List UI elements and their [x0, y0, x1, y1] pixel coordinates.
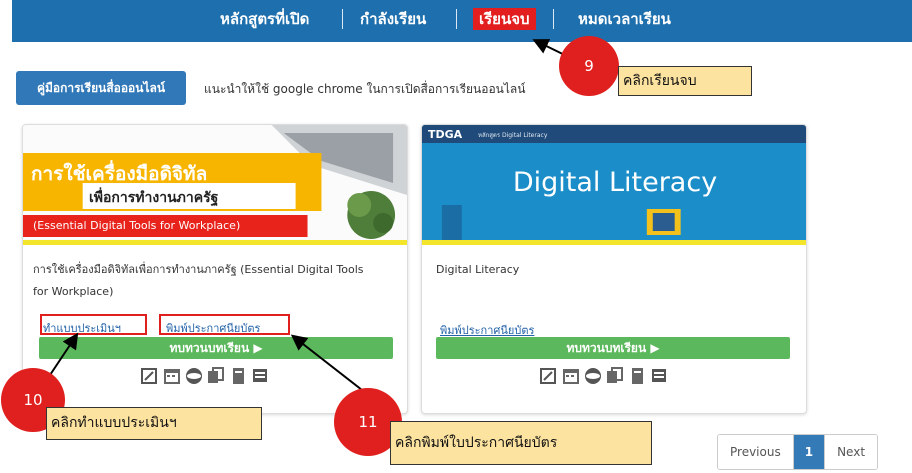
tab-completed[interactable]: เรียนจบ	[473, 8, 536, 30]
tab-expired[interactable]: หมดเวลาเรียน	[578, 8, 671, 30]
course-icons	[141, 367, 269, 385]
banner-english-title: (Essential Digital Tools for Workplace)	[33, 219, 241, 232]
copy-icon[interactable]	[207, 367, 225, 385]
nav-divider	[456, 9, 457, 29]
next-page-button[interactable]: Next	[825, 435, 878, 469]
step-number-badge: 9	[559, 36, 619, 96]
step-instruction: คลิกทำแบบประเมินฯ	[46, 407, 262, 440]
comment-icon[interactable]	[650, 367, 668, 385]
browser-hint: แนะนำให้ใช้ google chrome ในการเปิดสื่อก…	[204, 82, 526, 96]
document-icon[interactable]	[229, 367, 247, 385]
banner-subtitle: เพื่อการทำงานภาครัฐ	[89, 190, 219, 206]
edit-icon[interactable]	[141, 367, 159, 385]
calendar-icon[interactable]	[562, 367, 580, 385]
banner-title: การใช้เครื่องมือดิจิทัล	[31, 163, 208, 185]
edit-icon[interactable]	[540, 367, 558, 385]
document-icon[interactable]	[628, 367, 646, 385]
nav-divider	[553, 9, 554, 29]
course-card: การใช้เครื่องมือดิจิทัล เพื่อการทำงานภาค…	[22, 124, 408, 414]
top-nav: หลักสูตรที่เปิด กำลังเรียน เรียนจบ หมดเว…	[12, 0, 912, 42]
nav-divider	[342, 9, 343, 29]
course-title: Digital Literacy	[436, 263, 520, 276]
comment-icon[interactable]	[251, 367, 269, 385]
online-guide-button[interactable]: คู่มือการเรียนสื่อออนไลน์	[16, 71, 186, 105]
previous-page-button[interactable]: Previous	[718, 435, 794, 469]
tab-open-courses[interactable]: หลักสูตรที่เปิด	[220, 8, 309, 30]
copy-icon[interactable]	[606, 367, 624, 385]
highlight-assessment-link	[40, 314, 147, 335]
step-instruction: คลิกพิมพ์ใบประกาศนียบัตร	[390, 421, 652, 465]
review-lesson-button[interactable]: ทบทวนบทเรียน ▶	[436, 337, 790, 359]
course-title: การใช้เครื่องมือดิจิทัลเพื่อการทำงานภาคร…	[33, 263, 364, 298]
globe-icon[interactable]	[185, 367, 203, 385]
banner-title: Digital Literacy	[512, 167, 718, 198]
calendar-icon[interactable]	[163, 367, 181, 385]
course-icons	[540, 367, 668, 385]
page-1-button[interactable]: 1	[793, 435, 826, 469]
course-card: TDGA หลักสูตร Digital Literacy Digital L…	[421, 124, 807, 414]
pagination: Previous 1 Next	[717, 434, 879, 470]
banner-course-tag: หลักสูตร Digital Literacy	[478, 132, 548, 139]
review-lesson-button[interactable]: ทบทวนบทเรียน ▶	[39, 337, 393, 359]
step-instruction: คลิกเรียนจบ	[618, 66, 752, 96]
globe-icon[interactable]	[584, 367, 602, 385]
tab-in-progress[interactable]: กำลังเรียน	[360, 8, 426, 30]
highlight-print-link	[159, 314, 290, 335]
tdga-logo: TDGA	[428, 128, 463, 141]
